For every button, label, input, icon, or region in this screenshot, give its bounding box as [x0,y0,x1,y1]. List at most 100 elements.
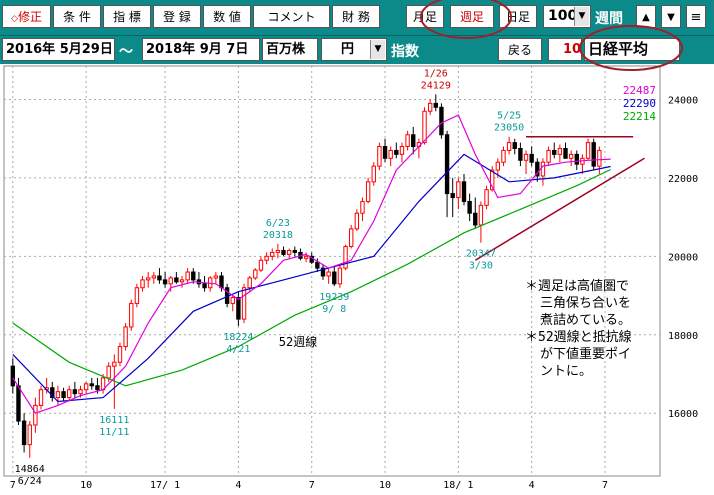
daily-button[interactable]: 日足 [499,5,537,28]
financial-button[interactable]: 財 務 [332,5,380,28]
candle-body [55,391,61,399]
candle-body [236,297,241,320]
candle-body [145,277,151,281]
date-to-field[interactable]: 2018年 9月 7日 [142,38,260,61]
candle-body [563,147,568,159]
candle-body [411,134,416,148]
candle-body [597,149,602,167]
candle-body [433,102,438,108]
low-value-label: 18224 [223,332,253,343]
numbers-button[interactable]: 数 値 [203,5,251,28]
candle-body [67,389,72,399]
candle-body [529,153,534,163]
code-field[interactable]: 101 [548,38,582,61]
candle-body [439,106,444,136]
comment-button[interactable]: コメント [253,5,330,28]
candle-body [461,181,467,202]
volume-unit-field: 百万株 [262,38,318,61]
low-date-label: 6/24 [18,476,42,487]
candle-body [332,271,337,285]
period-label: 週間 [595,11,623,27]
y-tick-label: 22000 [668,174,698,185]
commentary-line: 三角保ち合いを [540,296,631,311]
x-tick-label: 7 [10,480,16,491]
commentary-line: ＊52週線と抵抗線 [525,329,632,345]
candle-body [10,365,16,387]
candle-body [123,326,128,348]
candle-body [117,346,123,363]
back-button[interactable]: 戻る [498,38,542,61]
candle-body [326,271,331,277]
x-tick-label: 7 [602,480,608,491]
register-button[interactable]: 登 録 [153,5,201,28]
ma-legend-value: 22487 [623,84,656,97]
candle-body [591,142,596,167]
ma-legend-value: 22290 [623,97,656,110]
low-value-label: 20347 [466,249,496,260]
candle-body [473,212,478,226]
candle-body [450,193,455,199]
low-value-label: 19239 [319,292,349,303]
candle-body [286,249,292,255]
high-date-label: 6/23 [266,218,290,229]
date-range-tilde: ～ [119,44,133,60]
candle-body [303,255,309,259]
commentary-line: 煮詰めている。 [540,312,631,328]
weekly-button[interactable]: 週足 [450,5,494,28]
monthly-button[interactable]: 月足 [406,5,444,28]
candle-body [38,389,44,406]
candle-body [275,249,281,253]
count-select[interactable]: 100 ▼ [543,5,591,28]
menu-button[interactable]: ≡ [686,5,706,28]
chart-area: 16000 18000 20000 22000 24000 7 10 17/ 1 4 7 10 18/… [0,64,714,491]
arrow-down-button[interactable]: ▼ [661,5,681,28]
candle-body [83,383,89,391]
toolbar: ◇修正 条 件 指 標 登 録 数 値 コメント 財 務 月足 週足 日足 10… [0,0,714,35]
high-value-label: 24129 [421,80,451,91]
low-date-label: 3/30 [469,261,493,272]
y-tick-label: 24000 [668,95,698,106]
candle-body [399,146,405,155]
low-date-label: 4/21 [226,344,250,355]
candle-body [21,420,27,446]
candle-body [337,267,343,285]
candle-body [394,149,399,155]
candle-body [360,200,365,214]
candle-body [512,142,517,149]
currency-select[interactable]: 円 ▼ [321,38,387,61]
high-date-label: 1/26 [424,68,448,79]
candle-body [574,153,579,165]
candle-body [219,275,224,289]
candle-body [129,302,134,328]
candle-body [467,200,472,214]
candle-body [523,153,529,161]
candle-body [258,259,264,271]
low-value-label: 16111 [99,415,129,426]
candle-body [585,142,591,159]
candle-body [202,283,207,289]
candle-body [112,361,117,367]
info-bar: 2016年 5月29日 ～ 2018年 9月 7日 百万株 円 ▼ 指数 戻る … [0,36,714,64]
edit-icon: ◇ [11,14,18,24]
candle-body [444,134,450,195]
arrow-up-button[interactable]: ▲ [636,5,656,28]
indicator-button[interactable]: 指 標 [103,5,151,28]
date-from-field[interactable]: 2016年 5月29日 [2,38,115,61]
candle-body [106,365,111,379]
modify-button[interactable]: ◇修正 [2,5,51,28]
candle-body [365,181,371,202]
condition-button[interactable]: 条 件 [53,5,101,28]
candle-body [281,249,286,255]
candle-body [230,297,235,304]
candle-body [151,275,157,279]
candle-body [354,212,360,230]
candle-body [174,277,179,283]
candle-body [292,249,297,253]
y-tick-label: 16000 [668,409,698,420]
candle-body [557,147,563,155]
candle-body [349,228,354,248]
candle-body [506,142,512,151]
x-tick-label: 7 [309,480,315,491]
candle-body [140,279,145,289]
ma52-label: 52週線 [279,334,317,349]
